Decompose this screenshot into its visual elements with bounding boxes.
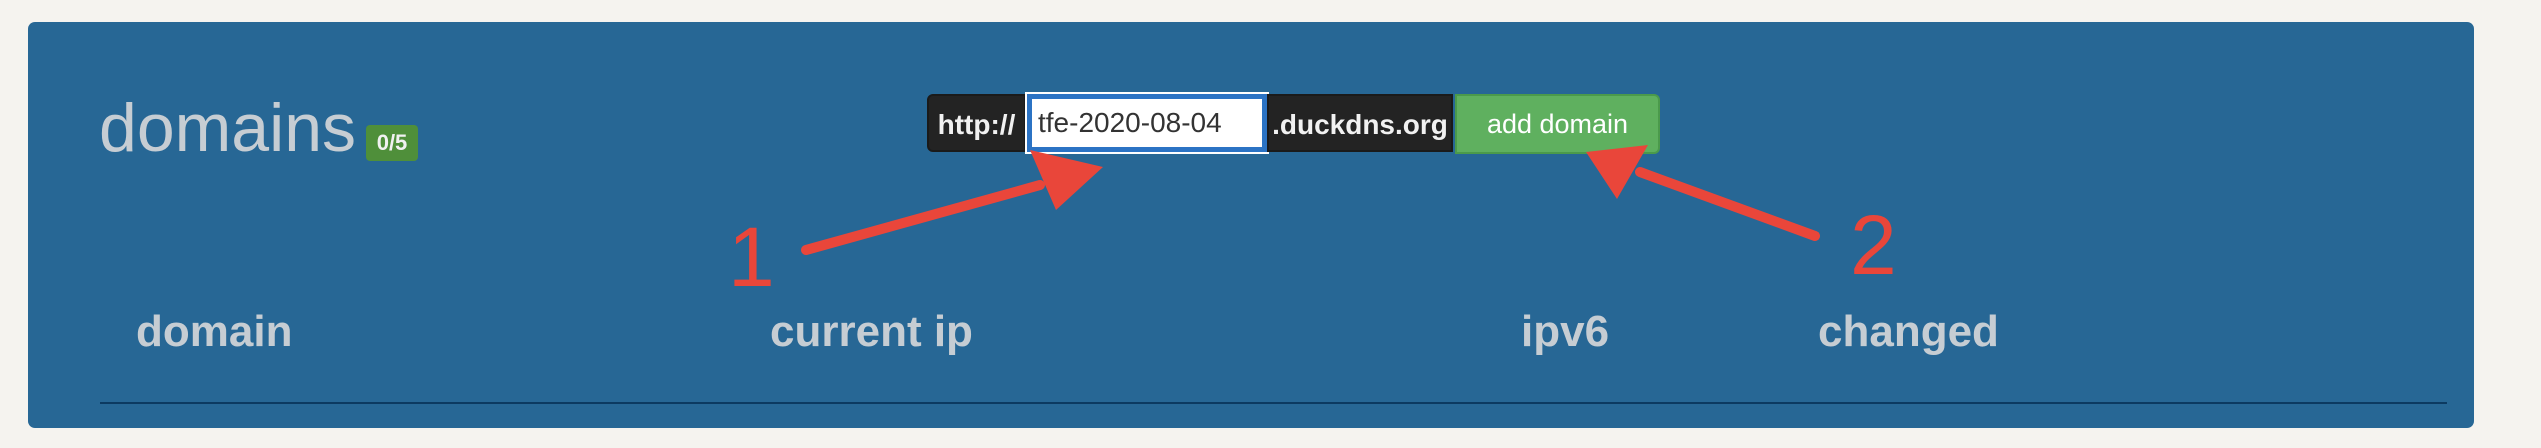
page-title: domains xyxy=(99,90,357,166)
column-header-changed: changed xyxy=(1818,307,1999,356)
table-divider xyxy=(100,402,2447,404)
domain-input[interactable] xyxy=(1025,92,1269,154)
add-domain-button[interactable]: add domain xyxy=(1455,94,1660,154)
url-prefix-label: http:// xyxy=(927,94,1026,152)
column-header-current-ip: current ip xyxy=(770,307,973,356)
domain-count-badge: 0/5 xyxy=(366,125,418,161)
annotation-label-1: 1 xyxy=(728,210,775,304)
url-suffix-label: .duckdns.org xyxy=(1267,94,1453,152)
column-header-domain: domain xyxy=(136,307,293,356)
column-header-ipv6: ipv6 xyxy=(1521,307,1610,356)
annotation-label-2: 2 xyxy=(1850,198,1897,292)
domains-panel xyxy=(28,22,2474,428)
